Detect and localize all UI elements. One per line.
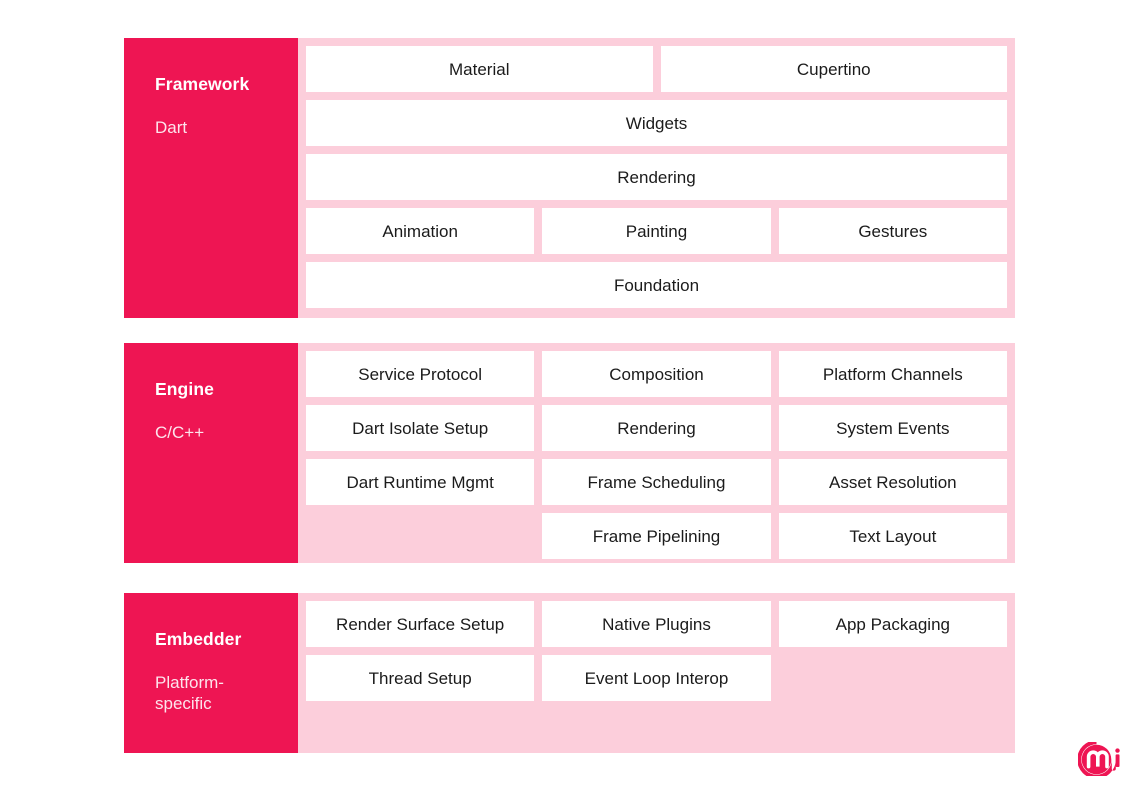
module-cell[interactable]: Widgets [306, 100, 1007, 146]
grid-row: Frame Pipelining Text Layout [306, 513, 1007, 559]
module-cell[interactable]: Dart Isolate Setup [306, 405, 535, 451]
layer-label-engine: Engine C/C++ [124, 343, 298, 563]
module-cell[interactable]: Composition [542, 351, 771, 397]
layer-grid-engine: Service Protocol Composition Platform Chan… [298, 343, 1015, 563]
grid-row: Dart Isolate Setup Rendering System Events [306, 405, 1007, 451]
grid-row: Render Surface Setup Native Plugins App Pa… [306, 601, 1007, 647]
layer-engine: Engine C/C++ Service Protocol Composition Pl… [124, 343, 1015, 563]
module-cell[interactable]: Render Surface Setup [306, 601, 535, 647]
module-cell[interactable]: Frame Pipelining [542, 513, 771, 559]
module-cell[interactable]: Thread Setup [306, 655, 535, 701]
layer-language: Dart [155, 118, 188, 138]
layer-title: Embedder [155, 629, 242, 649]
module-cell[interactable]: Platform Channels [778, 351, 1007, 397]
mi-logo-icon [1077, 740, 1120, 779]
module-cell-empty [779, 655, 1007, 701]
module-cell-empty [306, 513, 534, 559]
module-cell[interactable]: Material [306, 46, 653, 92]
module-cell[interactable]: Frame Scheduling [542, 459, 771, 505]
grid-row: Animation Painting Gestures [306, 208, 1007, 254]
grid-row: Rendering [306, 154, 1007, 200]
grid-row: Service Protocol Composition Platform Chan… [306, 351, 1007, 397]
flutter-architecture-diagram: Framework Dart Material Cupertino Widgets Ren… [0, 0, 1140, 792]
module-cell[interactable]: Foundation [306, 262, 1007, 308]
grid-row: Widgets [306, 100, 1007, 146]
module-cell[interactable]: App Packaging [778, 601, 1007, 647]
layer-title: Framework [155, 74, 250, 94]
layer-title: Engine [155, 379, 214, 399]
module-cell[interactable]: Service Protocol [306, 351, 535, 397]
module-cell[interactable]: Rendering [306, 154, 1007, 200]
module-cell[interactable]: Native Plugins [542, 601, 771, 647]
module-cell[interactable]: Event Loop Interop [542, 655, 771, 701]
module-cell[interactable]: System Events [778, 405, 1007, 451]
layer-framework: Framework Dart Material Cupertino Widgets Ren… [124, 38, 1015, 318]
grid-row: Material Cupertino [306, 46, 1007, 92]
grid-row: Dart Runtime Mgmt Frame Scheduling Asset R… [306, 459, 1007, 505]
module-cell[interactable]: Cupertino [660, 46, 1007, 92]
layer-grid-framework: Material Cupertino Widgets Rendering Animati… [298, 38, 1015, 318]
module-cell[interactable]: Text Layout [778, 513, 1007, 559]
module-cell[interactable]: Animation [306, 208, 535, 254]
layer-label-framework: Framework Dart [124, 38, 298, 318]
module-cell[interactable]: Painting [542, 208, 771, 254]
layer-language: C/C++ [155, 423, 205, 443]
module-cell[interactable]: Asset Resolution [778, 459, 1007, 505]
layer-grid-embedder: Render Surface Setup Native Plugins App Pa… [298, 593, 1015, 753]
grid-row: Foundation [306, 262, 1007, 308]
grid-filler [306, 709, 1007, 745]
grid-row: Thread Setup Event Loop Interop [306, 655, 1007, 701]
layer-language: Platform-specific [155, 673, 224, 713]
module-cell[interactable]: Rendering [542, 405, 771, 451]
layer-label-embedder: Embedder Platform-specific [124, 593, 298, 753]
brand-logo [1077, 740, 1122, 779]
module-cell[interactable]: Gestures [778, 208, 1007, 254]
module-cell[interactable]: Dart Runtime Mgmt [306, 459, 535, 505]
layer-embedder: Embedder Platform-specific Render Surface … [124, 593, 1015, 753]
